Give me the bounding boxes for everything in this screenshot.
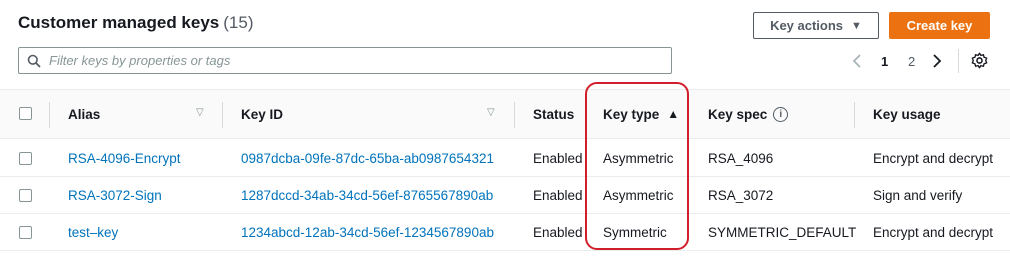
column-label-key-id: Key ID: [241, 106, 284, 122]
column-label-alias: Alias: [68, 106, 101, 122]
status-cell: Enabled: [533, 150, 583, 166]
alias-link[interactable]: RSA-4096-Encrypt: [68, 140, 181, 176]
sort-ascending-icon: ▲: [667, 107, 680, 121]
table-header: Alias ▽ Key ID ▽ Status Key type ▲ Key s…: [0, 89, 1010, 139]
key-id-link[interactable]: 1287dccd-34ab-34cd-56ef-8765567890ab: [241, 177, 493, 213]
select-all-checkbox[interactable]: [19, 107, 32, 120]
column-divider: [514, 102, 515, 128]
key-usage-cell: Encrypt and decrypt: [873, 224, 994, 240]
status-cell: Enabled: [533, 224, 583, 240]
key-type-cell: Asymmetric: [603, 150, 674, 166]
page-2-link[interactable]: 2: [908, 51, 915, 71]
key-count: (15): [223, 13, 254, 32]
column-header-key-usage[interactable]: Key usage: [873, 90, 941, 138]
table-row[interactable]: RSA-4096-Encrypt 0987dcba-09fe-87dc-65ba…: [0, 140, 1010, 177]
column-header-key-spec[interactable]: Key spec i: [708, 90, 789, 138]
info-icon[interactable]: i: [773, 106, 789, 122]
row-checkbox[interactable]: [19, 226, 32, 239]
alias-link[interactable]: RSA-3072-Sign: [68, 177, 162, 213]
key-usage-cell: Encrypt and decrypt: [873, 150, 994, 166]
column-label-status: Status: [533, 106, 575, 122]
alias-link[interactable]: test–key: [68, 214, 118, 250]
search-icon: [27, 54, 41, 68]
column-divider: [688, 102, 689, 128]
settings-gear-icon[interactable]: [971, 52, 988, 72]
pager-divider: [958, 49, 959, 73]
column-header-key-id[interactable]: Key ID: [241, 90, 283, 138]
page-title-text: Customer managed keys: [18, 13, 220, 32]
filter-box[interactable]: [18, 47, 672, 74]
column-label-key-spec: Key spec: [708, 106, 768, 122]
table-row[interactable]: test–key 1234abcd-12ab-34cd-56ef-1234567…: [0, 214, 1010, 251]
status-cell: Enabled: [533, 187, 583, 203]
table-row[interactable]: RSA-3072-Sign 1287dccd-34ab-34cd-56ef-87…: [0, 177, 1010, 214]
key-spec-cell: RSA_3072: [708, 187, 774, 203]
key-id-link[interactable]: 1234abcd-12ab-34cd-56ef-1234567890ab: [241, 214, 494, 250]
key-id-link[interactable]: 0987dcba-09fe-87dc-65ba-ab0987654321: [241, 140, 494, 176]
create-key-label: Create key: [906, 18, 973, 33]
column-header-status[interactable]: Status: [533, 90, 574, 138]
column-divider: [222, 102, 223, 128]
next-page-icon[interactable]: [932, 51, 942, 71]
column-label-key-type: Key type: [603, 106, 660, 122]
column-header-key-type[interactable]: Key type ▲: [603, 90, 679, 138]
previous-page-icon[interactable]: [852, 51, 862, 71]
key-usage-cell: Sign and verify: [873, 187, 963, 203]
key-actions-button[interactable]: Key actions ▼: [753, 12, 879, 39]
key-spec-cell: SYMMETRIC_DEFAULT: [708, 224, 857, 240]
caret-down-icon: ▼: [851, 19, 862, 32]
column-header-alias[interactable]: Alias: [68, 90, 100, 138]
row-checkbox[interactable]: [19, 189, 32, 202]
page-1-link[interactable]: 1: [881, 51, 888, 71]
key-spec-cell: RSA_4096: [708, 150, 774, 166]
column-divider: [854, 102, 855, 128]
key-type-cell: Asymmetric: [603, 187, 674, 203]
sort-key-id-icon[interactable]: ▽: [487, 107, 495, 118]
filter-input[interactable]: [49, 53, 649, 68]
row-checkbox[interactable]: [19, 152, 32, 165]
page-title: Customer managed keys (15): [18, 13, 253, 33]
column-label-key-usage: Key usage: [873, 106, 941, 122]
key-type-cell: Symmetric: [603, 224, 667, 240]
key-actions-label: Key actions: [770, 18, 844, 33]
sort-alias-icon[interactable]: ▽: [196, 107, 204, 118]
create-key-button[interactable]: Create key: [889, 12, 990, 39]
column-divider: [49, 102, 50, 128]
